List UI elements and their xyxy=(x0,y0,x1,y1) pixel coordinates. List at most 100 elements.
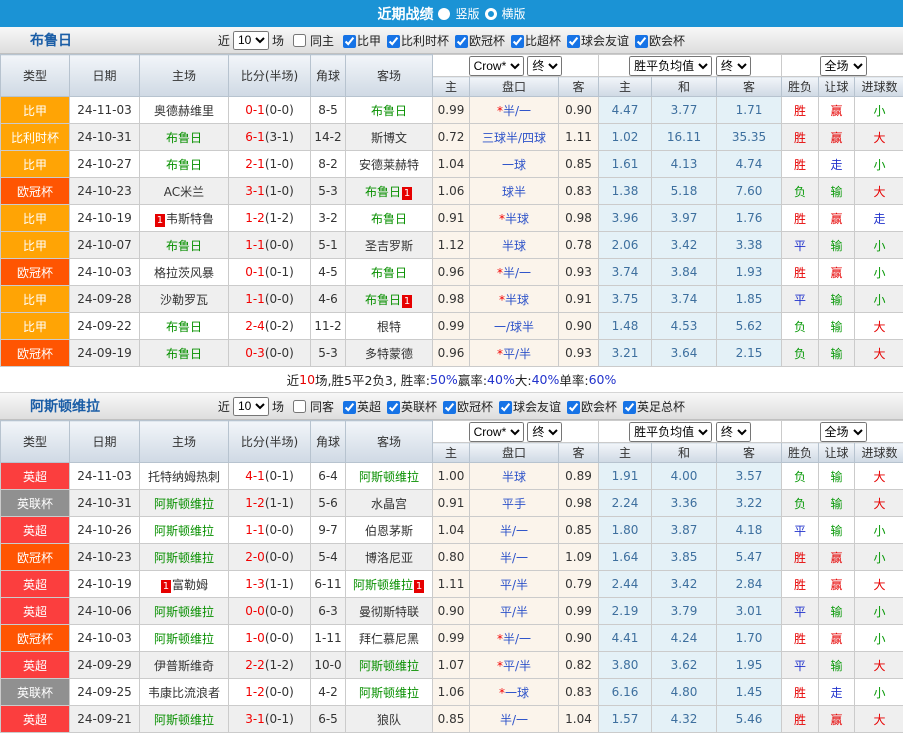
recent-count-select[interactable]: 10 xyxy=(232,30,269,50)
home-odds-cell: 0.91 xyxy=(432,204,470,232)
avg-stage-select[interactable]: 终 xyxy=(715,55,751,76)
handicap-text: 半/一 xyxy=(499,550,529,565)
avg-draw-cell: 4.24 xyxy=(651,624,717,652)
goals-result-cell: 大 xyxy=(854,339,903,367)
odds-stage-select[interactable]: 终 xyxy=(527,421,563,442)
league-filter-checkbox[interactable] xyxy=(386,400,400,414)
league-filter-checkbox[interactable] xyxy=(342,34,356,48)
fulltime-score: 0-1 xyxy=(245,265,265,279)
home-odds-cell: 0.91 xyxy=(432,489,470,517)
handicap-result-cell: 走 xyxy=(818,150,856,178)
same-venue-checkbox[interactable] xyxy=(292,399,306,413)
avg-stage-select[interactable]: 终 xyxy=(715,421,751,442)
home-team-name: 布鲁日 xyxy=(165,346,202,361)
league-filter-checkbox[interactable] xyxy=(635,34,649,48)
away-odds-cell: 0.82 xyxy=(558,651,599,679)
match-row: 英超 24-09-29 伊普斯维奇 2-2(1-2) 10-0 阿斯顿维拉 1.07 *平/半… xyxy=(0,651,903,679)
team-name: 布鲁日 xyxy=(30,33,72,49)
layout-radio-horizontal-label[interactable]: 横版 xyxy=(502,5,526,22)
home-odds-cell: 0.96 xyxy=(432,339,470,367)
result-cell: 平 xyxy=(781,651,820,679)
score-cell: 6-1(3-1) xyxy=(228,123,311,151)
score-cell: 0-3(0-0) xyxy=(228,339,311,367)
page-title: 近期战绩 xyxy=(377,6,434,23)
result-cell: 胜 xyxy=(781,624,820,652)
league-filter-checkbox[interactable] xyxy=(567,34,581,48)
league-filter-checkbox[interactable] xyxy=(499,400,513,414)
away-team-cell: 斯博文 xyxy=(345,123,433,151)
away-team-name: 阿斯顿维拉 xyxy=(358,685,419,700)
date-cell: 24-10-03 xyxy=(69,258,140,286)
league-cell: 比甲 xyxy=(0,96,70,124)
score-cell: 1-2(1-1) xyxy=(228,489,311,517)
scope-select[interactable]: 全场 xyxy=(819,55,867,76)
date-cell: 24-09-25 xyxy=(69,678,140,706)
avg-type-select[interactable]: 胜平负均值 xyxy=(629,55,713,76)
league-cell: 欧冠杯 xyxy=(0,543,70,571)
col-home: 主场 xyxy=(139,54,229,97)
halftime-score: (0-0) xyxy=(264,604,294,618)
layout-radio-vertical-icon[interactable] xyxy=(438,7,451,20)
avg-away-cell: 2.84 xyxy=(715,570,783,598)
scope-select[interactable]: 全场 xyxy=(819,421,867,442)
home-team-cell: 沙勒罗瓦 xyxy=(139,285,229,313)
handicap-text: 平/半 xyxy=(502,658,532,673)
avg-away-cell: 5.46 xyxy=(715,705,783,733)
match-row: 英联杯 24-10-31 阿斯顿维拉 1-2(1-1) 5-6 水晶宫 0.91 平手 0.98… xyxy=(0,489,903,517)
corners-cell: 9-7 xyxy=(310,516,346,544)
league-cell: 英超 xyxy=(0,570,70,598)
score-cell: 0-1(0-1) xyxy=(228,258,311,286)
halftime-score: (0-0) xyxy=(264,523,294,537)
summary-part: 50% xyxy=(430,372,458,387)
away-team-cell: 拜仁慕尼黑 xyxy=(345,624,433,652)
away-team-name: 曼彻斯特联 xyxy=(358,604,419,619)
summary-part: 40% xyxy=(487,372,515,387)
goals-result-cell: 小 xyxy=(854,516,903,544)
league-filter-label: 欧会杯 xyxy=(581,399,618,414)
avg-type-select[interactable]: 胜平负均值 xyxy=(629,421,713,442)
home-team-name: 伊普斯维奇 xyxy=(153,658,214,673)
avg-away-cell: 35.35 xyxy=(715,123,783,151)
away-team-cell: 狼队 xyxy=(345,705,433,733)
handicap-cell: 三球半/四球 xyxy=(469,123,559,151)
recent-count-select[interactable]: 10 xyxy=(232,396,269,416)
away-odds-cell: 0.90 xyxy=(558,96,599,124)
avg-draw-cell: 4.00 xyxy=(651,462,717,490)
away-team-name: 布鲁日 xyxy=(370,211,407,226)
league-filter-checkbox[interactable] xyxy=(455,34,468,48)
handicap-cell: 半球 xyxy=(469,462,559,490)
col-result: 胜负 xyxy=(781,442,820,463)
league-filter-checkbox[interactable] xyxy=(623,400,637,414)
layout-radio-vertical-label[interactable]: 竖版 xyxy=(455,5,479,22)
handicap-cell: 平/半 xyxy=(469,570,559,598)
matches-table: 类型 日期 主场 比分(半场) 角球 客场 Crow* 终 胜平负均值 终 全场… xyxy=(0,420,903,733)
home-odds-cell: 0.85 xyxy=(432,705,470,733)
away-odds-cell: 0.89 xyxy=(558,462,599,490)
handicap-cell: 一球 xyxy=(469,150,559,178)
odds-stage-select[interactable]: 终 xyxy=(527,55,563,76)
away-odds-cell: 0.98 xyxy=(558,489,599,517)
same-venue-checkbox[interactable] xyxy=(292,33,306,47)
odds-company-select[interactable]: Crow* xyxy=(468,55,524,76)
summary-part: 大: xyxy=(514,373,532,388)
away-team-name: 根特 xyxy=(376,319,401,334)
away-team-name: 布鲁日 xyxy=(364,184,401,199)
league-cell: 欧冠杯 xyxy=(0,177,70,205)
league-filter-checkbox[interactable] xyxy=(511,34,525,48)
handicap-result-cell: 输 xyxy=(818,597,856,625)
league-filter-checkbox[interactable] xyxy=(386,34,400,48)
away-team-name: 阿斯顿维拉 xyxy=(358,469,419,484)
league-filter-checkbox[interactable] xyxy=(443,400,456,414)
layout-radio-horizontal-icon[interactable] xyxy=(484,7,497,20)
odds-company-select[interactable]: Crow* xyxy=(468,421,524,442)
match-row: 欧冠杯 24-10-03 格拉茨风暴 0-1(0-1) 4-5 布鲁日 0.96 *半/一 0.… xyxy=(0,258,903,286)
games-label: 场 xyxy=(271,399,284,414)
league-cell: 比甲 xyxy=(0,312,70,340)
handicap-text: 半/一 xyxy=(499,712,529,727)
match-row: 比甲 24-10-27 布鲁日 2-1(1-0) 8-2 安德莱赫特 1.04 一球 0.85 1… xyxy=(0,150,903,178)
result-cell: 胜 xyxy=(781,204,820,232)
home-odds-cell: 1.11 xyxy=(432,570,470,598)
corners-cell: 5-3 xyxy=(310,339,346,367)
league-filter-checkbox[interactable] xyxy=(567,400,581,414)
league-filter-checkbox[interactable] xyxy=(342,400,356,414)
